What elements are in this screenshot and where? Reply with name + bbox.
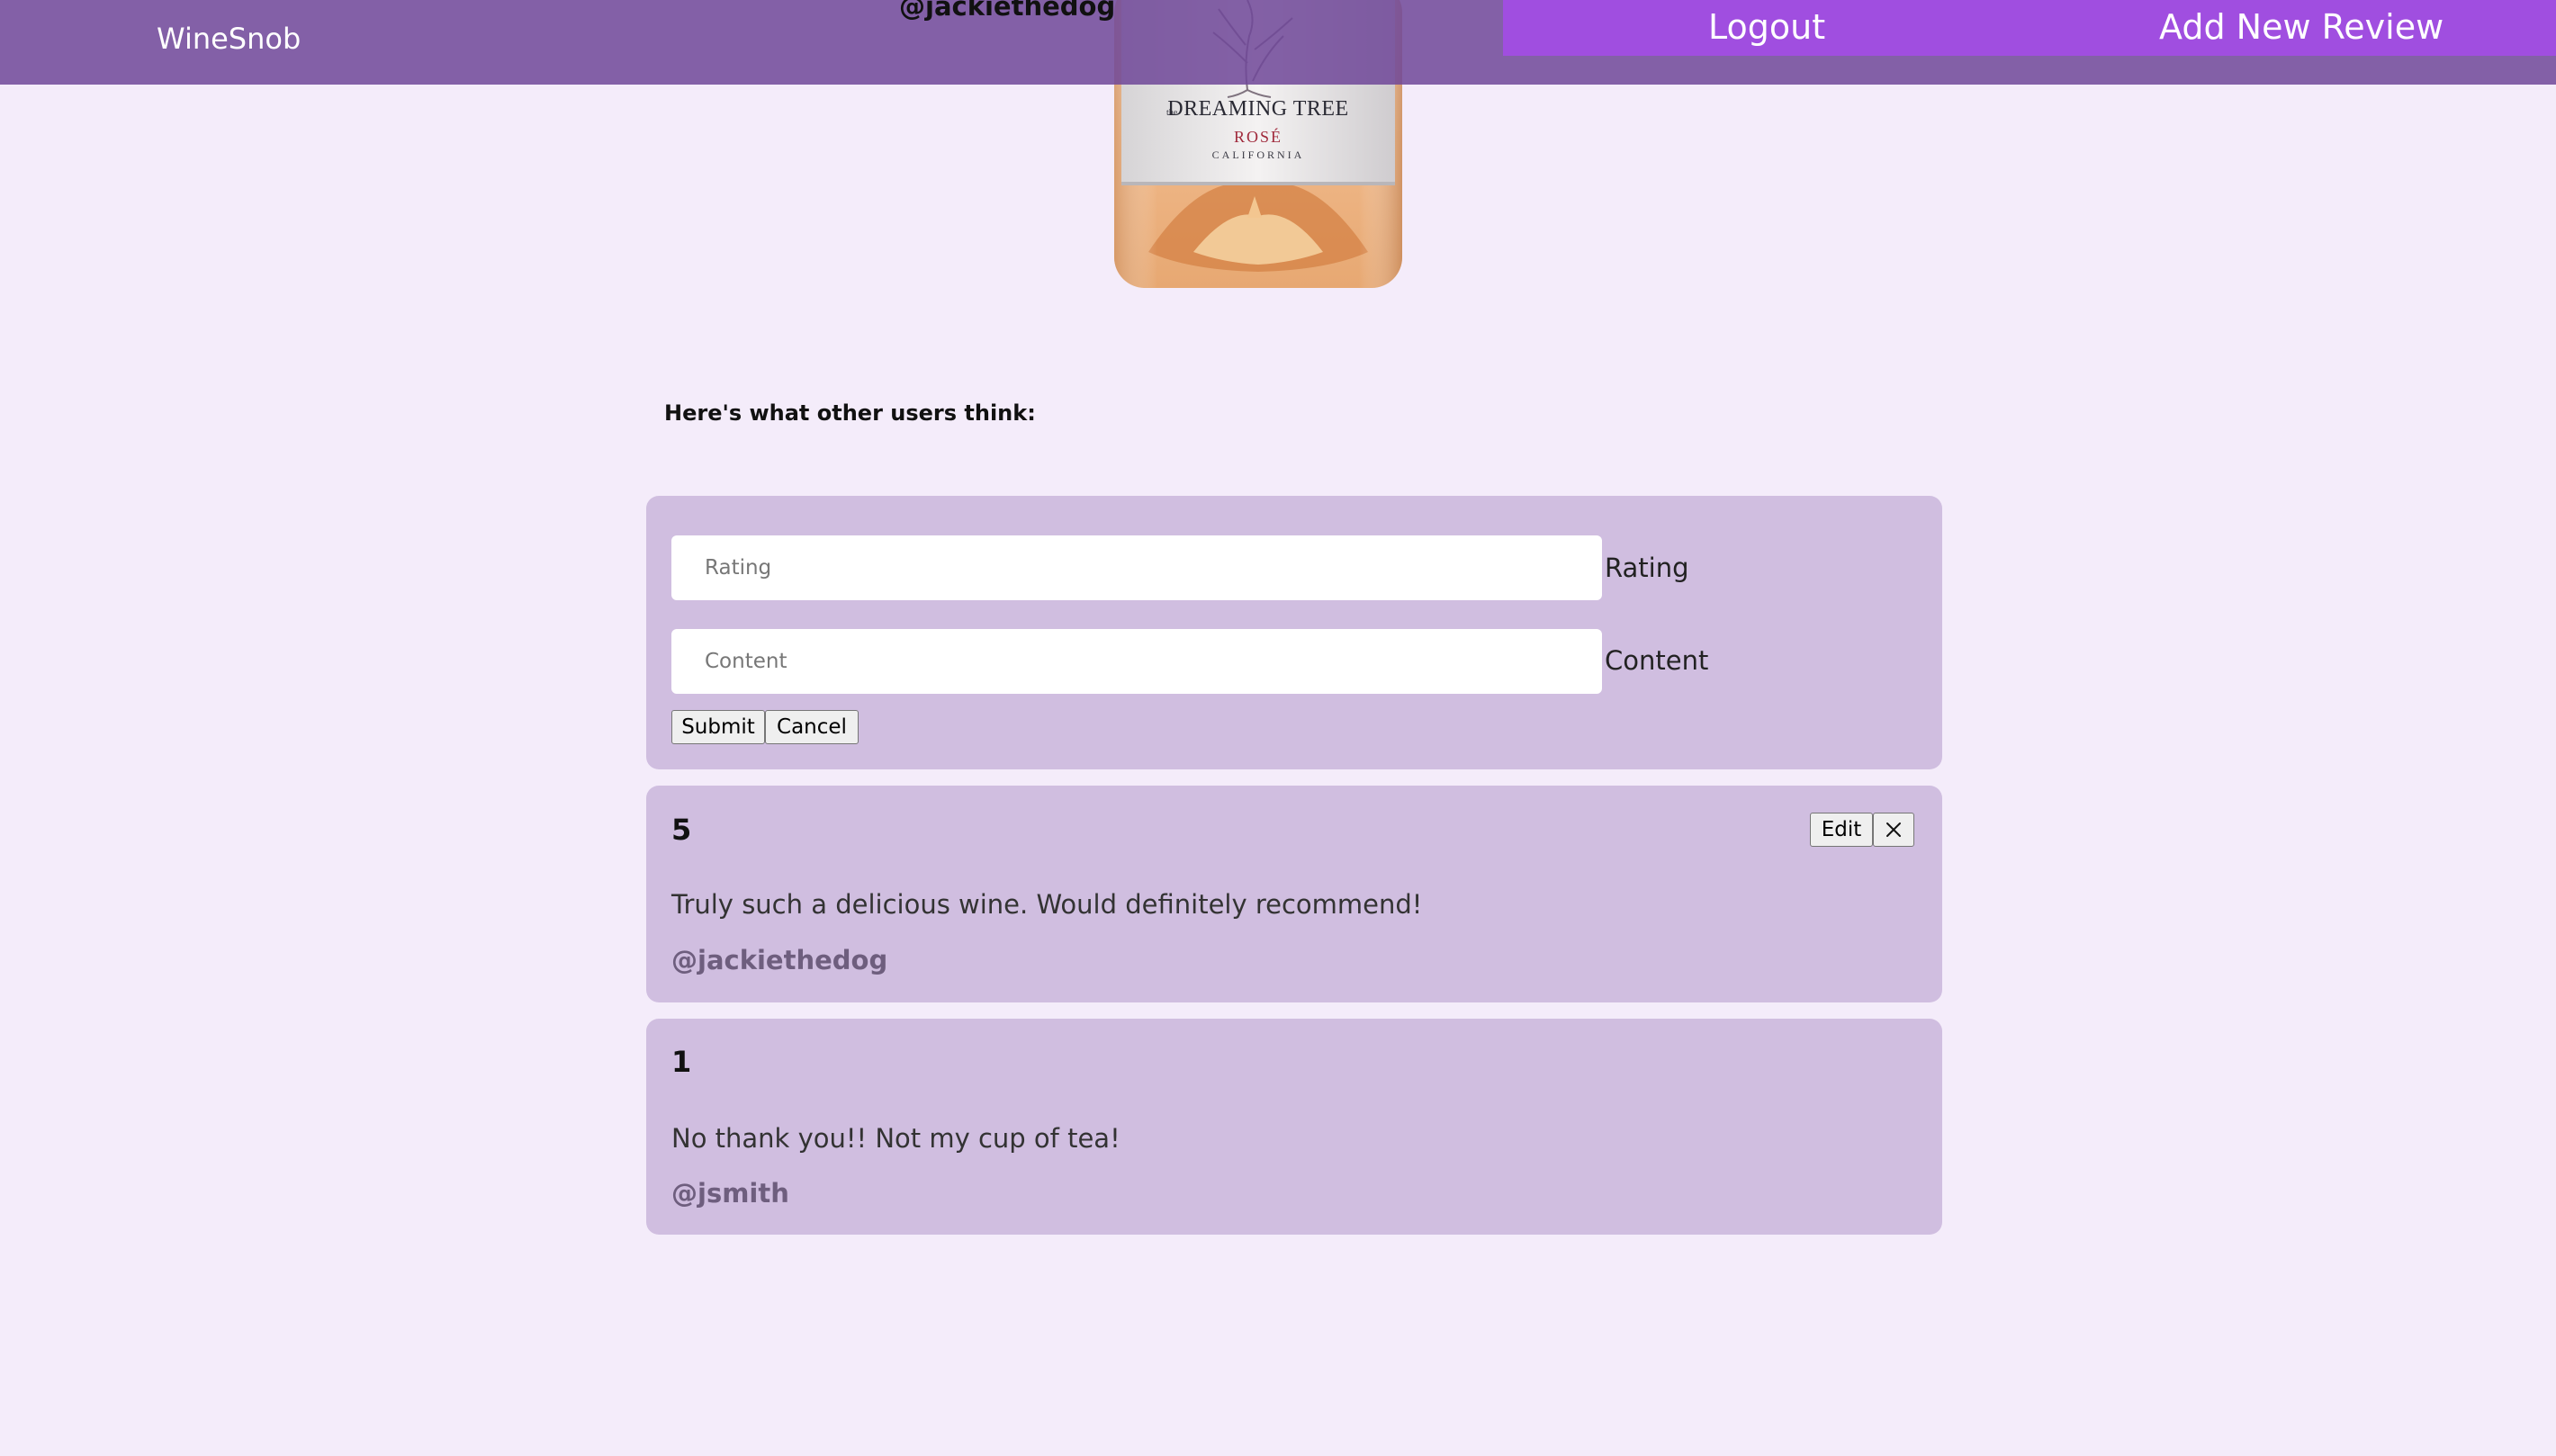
current-username: @jackiethedog [899,0,1116,22]
nav-actions: Logout Add New Review [1503,0,2556,56]
review-card: 1 No thank you!! Not my cup of tea! @jsm… [646,1019,1942,1235]
review-content: Truly such a delicious wine. Would defin… [671,889,1423,920]
label-region: CALIFORNIA [1212,148,1305,161]
review-rating: 5 [671,813,692,847]
content-label: Content [1605,645,1709,676]
review-author: @jsmith [671,1178,789,1209]
review-author: @jackiethedog [671,945,888,975]
content-input[interactable] [671,629,1602,694]
close-icon [1886,822,1901,837]
add-new-review-link[interactable]: Add New Review [2159,7,2444,47]
label-brand: DREAMING TREE [1167,97,1348,121]
label-variety: ROSÉ [1234,127,1282,146]
delete-review-button[interactable] [1873,813,1914,847]
brand-link[interactable]: WineSnob [157,22,301,56]
top-navbar: WineSnob @jackiethedog Logout Add New Re… [0,0,2556,85]
review-form-card: Rating Content Submit Cancel [646,496,1942,769]
review-rating: 1 [671,1045,692,1079]
submit-button[interactable]: Submit [671,710,765,744]
rating-label: Rating [1605,553,1689,583]
edit-review-button[interactable]: Edit [1810,813,1873,847]
cancel-button[interactable]: Cancel [765,710,859,744]
rating-input[interactable] [671,535,1602,600]
logout-link[interactable]: Logout [1708,7,1825,47]
review-content: No thank you!! Not my cup of tea! [671,1123,1120,1154]
reviews-heading: Here's what other users think: [664,400,1036,426]
review-card: 5 Edit Truly such a delicious wine. Woul… [646,786,1942,1002]
